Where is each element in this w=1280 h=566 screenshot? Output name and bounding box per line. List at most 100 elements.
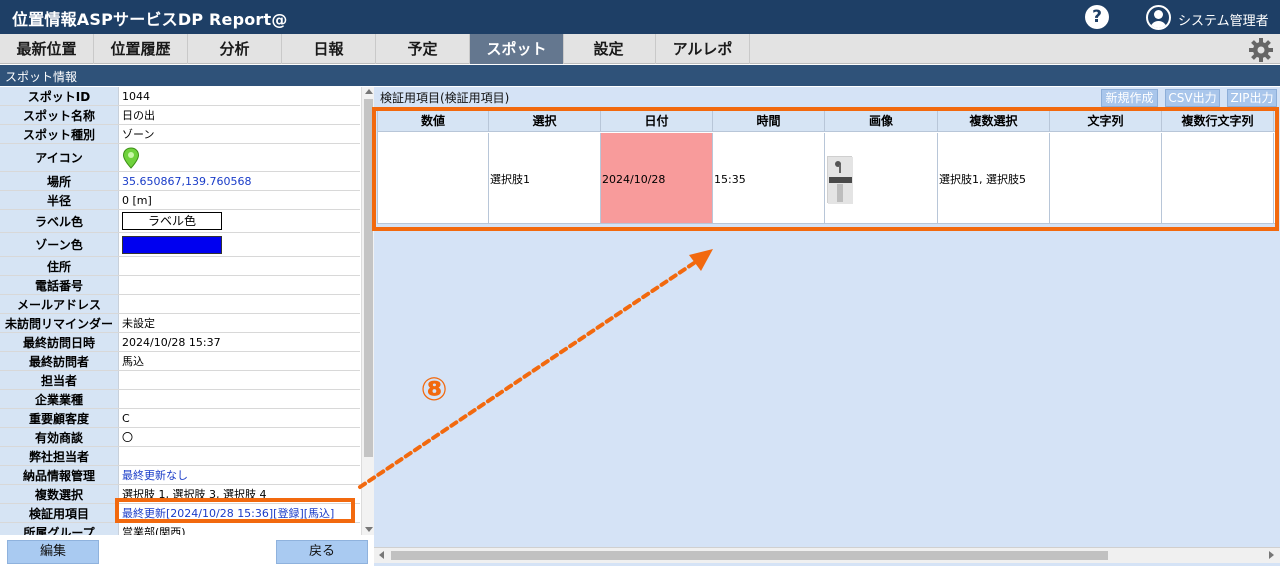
grid-cell-multiline-text[interactable] — [1162, 133, 1274, 223]
info-value: ラベル色 — [122, 210, 360, 232]
delivery-info-link[interactable]: 最終更新なし — [122, 466, 360, 484]
info-value — [122, 371, 360, 389]
info-row-email: メールアドレス — [0, 295, 360, 314]
grid-horizontal-scrollbar[interactable] — [374, 547, 1280, 563]
info-row-verification: 検証用項目 最終更新[2024/10/28 15:36][登録][馬込] — [0, 504, 360, 523]
tab-position-history[interactable]: 位置履歴 — [94, 34, 188, 64]
grid-cell-text[interactable] — [1050, 133, 1162, 223]
info-label: スポット種別 — [0, 125, 119, 143]
info-row-last-visit: 最終訪問日時 2024/10/28 15:37 — [0, 333, 360, 352]
help-icon[interactable]: ? — [1085, 5, 1109, 29]
left-action-bar: 編集 戻る — [0, 535, 374, 566]
info-label: 未訪問リマインダー — [0, 314, 119, 332]
info-row-radius: 半径 0 [m] — [0, 191, 360, 210]
tab-latest-position[interactable]: 最新位置 — [0, 34, 94, 64]
main-tab-bar: 最新位置 位置履歴 分析 日報 予定 スポット 設定 アルレポ — [0, 34, 1280, 64]
info-label: 担当者 — [0, 371, 119, 389]
column-header-date[interactable]: 日付 — [601, 110, 713, 132]
tab-daily-report[interactable]: 日報 — [282, 34, 376, 64]
scroll-down-icon[interactable] — [365, 527, 373, 532]
info-row-address: 住所 — [0, 257, 360, 276]
info-label: 最終訪問日時 — [0, 333, 119, 351]
info-value — [122, 233, 360, 256]
app-title: 位置情報ASPサービスDP Report@ — [12, 10, 288, 29]
column-header-number[interactable]: 数値 — [378, 110, 489, 132]
info-label: 半径 — [0, 191, 119, 209]
info-row-phone: 電話番号 — [0, 276, 360, 295]
info-value — [122, 144, 360, 171]
zone-color-swatch — [122, 235, 222, 254]
info-value: 1044 — [122, 89, 150, 103]
info-label: 住所 — [0, 257, 119, 275]
info-label: スポット名称 — [0, 106, 119, 124]
info-value: 未設定 — [122, 317, 155, 330]
grid-header: 数値 選択 日付 時間 画像 複数選択 文字列 複数行文字列 — [378, 110, 1276, 132]
image-thumbnail[interactable] — [827, 155, 853, 204]
column-header-text[interactable]: 文字列 — [1050, 110, 1162, 132]
column-header-multiline-text[interactable]: 複数行文字列 — [1162, 110, 1274, 132]
verification-grid: 数値 選択 日付 時間 画像 複数選択 文字列 複数行文字列 選択肢1 2024… — [377, 109, 1277, 224]
info-label: メールアドレス — [0, 295, 119, 313]
info-row-multi-select: 複数選択 選択肢 1, 選択肢 3, 選択肢 4 — [0, 485, 360, 504]
gear-icon[interactable] — [1247, 36, 1275, 64]
info-row-spot-name: スポット名称 日の出 — [0, 106, 360, 125]
info-row-reminder: 未訪問リマインダー 未設定 — [0, 314, 360, 333]
info-value — [122, 257, 360, 275]
info-value: 選択肢 1, 選択肢 3, 選択肢 4 — [122, 488, 267, 501]
verification-item-link[interactable]: 最終更新[2024/10/28 15:36][登録][馬込] — [122, 504, 360, 522]
info-row-location: 場所 35.650867,139.760568 — [0, 172, 360, 191]
info-label: 企業業種 — [0, 390, 119, 408]
csv-export-button[interactable]: CSV出力 — [1165, 89, 1220, 107]
column-header-select[interactable]: 選択 — [489, 110, 601, 132]
scroll-up-icon[interactable] — [365, 89, 373, 94]
info-value: 日の出 — [122, 109, 155, 122]
info-label: 最終訪問者 — [0, 352, 119, 370]
info-label: 場所 — [0, 172, 119, 190]
new-create-button[interactable]: 新規作成 — [1101, 89, 1158, 107]
info-value: 2024/10/28 15:37 — [122, 335, 221, 349]
grid-cell-number[interactable] — [378, 133, 489, 223]
column-header-multi-select[interactable]: 複数選択 — [938, 110, 1050, 132]
grid-cell-select[interactable]: 選択肢1 — [489, 133, 601, 223]
info-row-delivery: 納品情報管理 最終更新なし — [0, 466, 360, 485]
user-name[interactable]: システム管理者 — [1178, 10, 1269, 29]
info-label: 複数選択 — [0, 485, 119, 503]
tab-schedule[interactable]: 予定 — [376, 34, 470, 64]
info-row-assignee: 担当者 — [0, 371, 360, 390]
info-value — [122, 295, 360, 313]
scrollbar-thumb[interactable] — [364, 99, 373, 457]
grid-cell-multi-select[interactable]: 選択肢1, 選択肢5 — [938, 133, 1050, 223]
column-header-time[interactable]: 時間 — [713, 110, 825, 132]
horizontal-scrollbar-thumb[interactable] — [391, 551, 1108, 560]
info-value: 〇 — [122, 431, 133, 444]
location-link[interactable]: 35.650867,139.760568 — [122, 172, 360, 190]
grid-cell-image[interactable] — [825, 133, 938, 223]
info-row-icon: アイコン — [0, 144, 360, 172]
info-label: 弊社担当者 — [0, 447, 119, 465]
scroll-left-icon[interactable] — [379, 551, 384, 559]
scroll-right-icon[interactable] — [1269, 551, 1274, 559]
info-label: 有効商談 — [0, 428, 119, 446]
tab-settings[interactable]: 設定 — [562, 34, 656, 64]
zip-export-button[interactable]: ZIP出力 — [1227, 89, 1277, 107]
spot-info-panel: スポットID 1044 スポット名称 日の出 スポット種別 ゾーン アイコン 場… — [0, 87, 360, 535]
info-label: ゾーン色 — [0, 233, 119, 256]
back-button[interactable]: 戻る — [276, 540, 368, 564]
info-value: C — [122, 411, 130, 425]
grid-cell-time[interactable]: 15:35 — [713, 133, 825, 223]
grid-cell-date[interactable]: 2024/10/28 — [601, 133, 713, 223]
edit-button[interactable]: 編集 — [7, 540, 99, 564]
info-row-spot-type: スポット種別 ゾーン — [0, 125, 360, 144]
tab-spot[interactable]: スポット — [470, 34, 564, 64]
app-header: 位置情報ASPサービスDP Report@ ? システム管理者 — [0, 0, 1280, 34]
tab-alreport[interactable]: アルレポ — [656, 34, 750, 64]
info-row-industry: 企業業種 — [0, 390, 360, 409]
column-header-image[interactable]: 画像 — [825, 110, 938, 132]
info-row-importance: 重要顧客度 C — [0, 409, 360, 428]
section-bar: スポット情報 — [0, 65, 1280, 86]
left-panel-scrollbar[interactable] — [361, 87, 374, 535]
tab-analysis[interactable]: 分析 — [188, 34, 282, 64]
user-icon[interactable] — [1146, 5, 1171, 30]
info-row-our-rep: 弊社担当者 — [0, 447, 360, 466]
section-title: スポット情報 — [5, 70, 78, 84]
